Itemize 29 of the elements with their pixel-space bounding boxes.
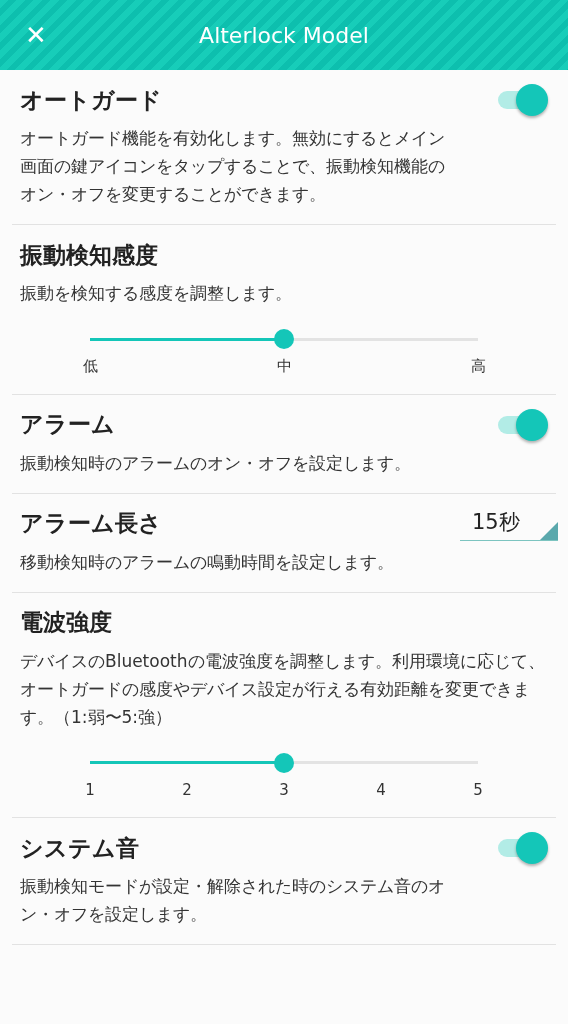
tick-label: 中 xyxy=(275,356,293,377)
setting-title: アラーム長さ xyxy=(20,509,162,539)
setting-description: 振動を検知する感度を調整します。 xyxy=(20,282,293,305)
tick-label: 低 xyxy=(81,356,99,377)
setting-description: デバイスのBluetoothの電波強度を調整します。利用環境に応じて、オートガードの感度やデバイス設定が行える有効距離を変更できます。（1:弱〜5:強） xyxy=(20,649,546,729)
setting-title: 振動検知感度 xyxy=(20,240,158,270)
tick-label: 4 xyxy=(375,779,387,801)
dropdown[interactable]: 15秒 xyxy=(460,506,558,541)
tick-label: 3 xyxy=(278,779,290,801)
slider[interactable] xyxy=(90,329,478,349)
slider[interactable] xyxy=(90,752,478,773)
window-title: Alterlock Model xyxy=(198,21,370,50)
setting-title: オートガード xyxy=(20,85,162,115)
setting-title: アラーム xyxy=(20,410,115,440)
setting-title: 電波強度 xyxy=(20,608,112,638)
slider-thumb[interactable] xyxy=(274,752,294,773)
dropdown-corner-icon xyxy=(540,521,558,540)
setting-description: 振動検知時のアラームのオン・オフを設定します。 xyxy=(20,451,412,475)
toggle-switch[interactable] xyxy=(496,82,548,118)
tick-label: 5 xyxy=(472,779,484,801)
tick-label: 高 xyxy=(469,356,487,377)
setting-description: 移動検知時のアラームの鳴動時間を設定します。 xyxy=(20,550,395,574)
tick-label: 2 xyxy=(181,779,193,801)
slider-thumb[interactable] xyxy=(274,329,294,349)
setting-title: システム音 xyxy=(20,833,139,863)
setting-description: 振動検知モードが設定・解除された時のシステム音のオン・オフを設定します。 xyxy=(20,875,446,926)
toggle-switch[interactable] xyxy=(496,830,548,866)
tick-label: 1 xyxy=(84,779,96,801)
setting-description: オートガード機能を有効化します。無効にするとメイン画面の鍵アイコンをタップすることで、振動検知機能のオン・オフを変更することができます。 xyxy=(20,127,446,206)
